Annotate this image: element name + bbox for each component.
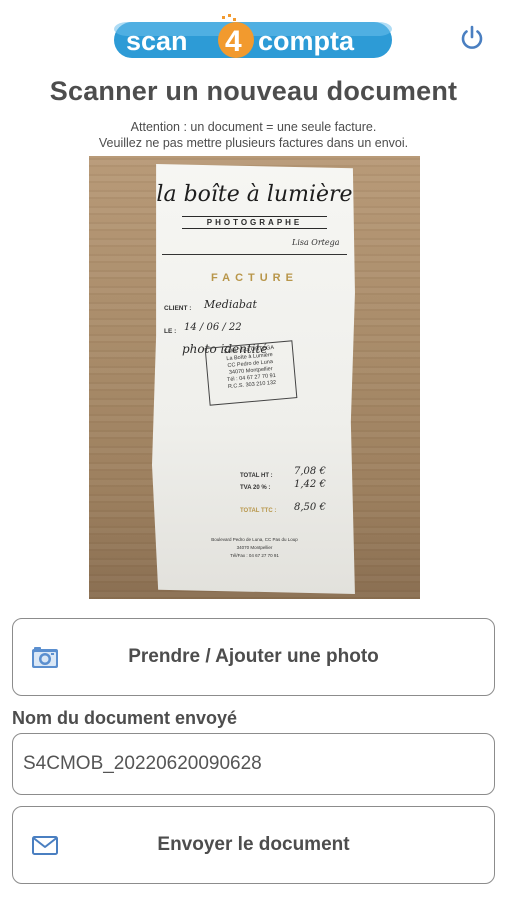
receipt-total-ttc-label: TOTAL TTC :: [240, 508, 277, 514]
receipt-total-ttc-value: 8,50 €: [294, 502, 326, 513]
app-logo: scan 4 compta: [114, 14, 392, 58]
receipt-footer-line: Boulevard Pedro de Luna, CC Pas du Loup: [211, 537, 298, 542]
receipt-client-label: CLIENT :: [164, 305, 192, 312]
receipt-signature: Lisa Ortega: [292, 238, 340, 247]
notice-line-1: Attention : un document = une seule fact…: [130, 120, 377, 134]
camera-icon: [32, 647, 58, 668]
power-icon[interactable]: [458, 24, 486, 52]
logo-digit: 4: [225, 25, 242, 58]
receipt-total-ht-label: TOTAL HT :: [240, 473, 273, 479]
send-document-label: Envoyer le document: [157, 834, 350, 855]
receipt-footer-line: 34070 Montpellier: [236, 545, 273, 550]
notice-text: Attention : un document = une seule fact…: [0, 119, 507, 151]
notice-line-2: Veuillez ne pas mettre plusieurs facture…: [98, 136, 409, 150]
take-photo-button[interactable]: Prendre / Ajouter une photo: [12, 618, 495, 696]
receipt-total-ht-value: 7,08 €: [294, 466, 326, 477]
receipt-divider: [162, 254, 347, 255]
logo-text-scan: scan: [126, 26, 188, 56]
document-name-label: Nom du document envoyé: [12, 708, 238, 728]
logo-text-compta: compta: [258, 26, 355, 56]
document-preview: la boîte à lumière PHOTOGRAPHE Lisa Orte…: [89, 156, 420, 599]
page-title: Scanner un nouveau document: [49, 76, 458, 106]
envelope-icon: [32, 836, 58, 855]
send-document-button[interactable]: Envoyer le document: [12, 806, 495, 884]
receipt-brand: la boîte à lumière: [156, 182, 353, 207]
receipt-photo: la boîte à lumière PHOTOGRAPHE Lisa Orte…: [152, 164, 355, 594]
take-photo-label: Prendre / Ajouter une photo: [128, 646, 379, 667]
receipt-footer-line: Tél/Fax : 04 67 27 70 91: [230, 553, 279, 558]
receipt-footer: Boulevard Pedro de Luna, CC Pas du Loup …: [152, 536, 355, 560]
receipt-subtitle: PHOTOGRAPHE: [182, 216, 327, 229]
receipt-date-value: 14 / 06 / 22: [184, 322, 242, 333]
receipt-heading: FACTURE: [211, 272, 298, 284]
receipt-tva-label: TVA 20 % :: [240, 485, 271, 491]
document-name-input[interactable]: [12, 733, 495, 795]
receipt-tva-value: 1,42 €: [294, 479, 326, 490]
receipt-stamp: SARL Lisa ORTEGA La Boîte à Lumière CC P…: [204, 340, 298, 406]
receipt-client-value: Mediabat: [204, 298, 257, 311]
receipt-date-label: LE :: [164, 328, 177, 335]
